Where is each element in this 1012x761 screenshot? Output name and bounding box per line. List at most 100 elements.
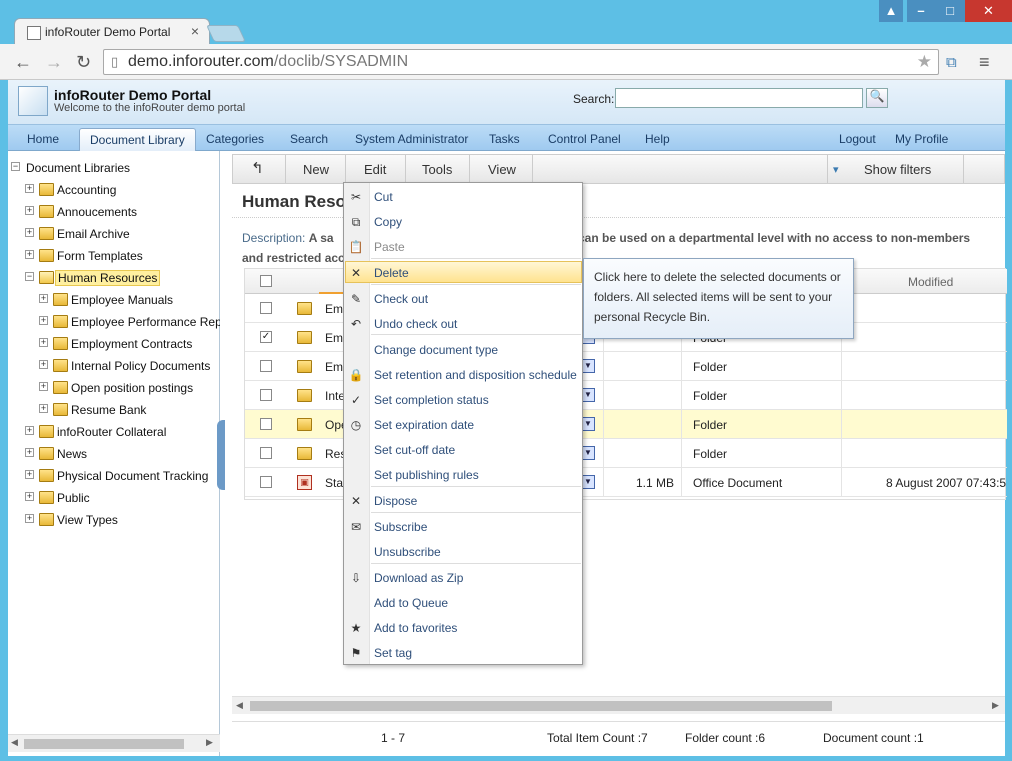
menu-item-check-out[interactable]: Check out xyxy=(374,292,428,306)
menu-item-copy[interactable]: Copy xyxy=(374,215,402,229)
menu-item-set-tag[interactable]: Set tag xyxy=(374,646,412,660)
menu-my-profile[interactable]: My Profile xyxy=(895,132,948,146)
user-profile-icon[interactable]: ▲ xyxy=(879,0,903,22)
menu-help[interactable]: Help xyxy=(645,132,670,146)
column-header-modified[interactable]: Modified xyxy=(908,275,953,289)
menu-item-set-cut-off-date[interactable]: Set cut-off date xyxy=(374,443,455,457)
tree-item-human-resources[interactable]: Human Resources xyxy=(55,270,161,286)
expand-icon[interactable]: + xyxy=(39,338,48,347)
minimize-button[interactable]: – xyxy=(907,0,935,22)
toolbar-show-filters[interactable]: Show filters xyxy=(864,162,931,177)
tree-item-resume-bank[interactable]: Resume Bank xyxy=(71,403,146,417)
search-button-icon[interactable]: 🔍 xyxy=(866,88,888,108)
url-field[interactable]: ▯ demo.inforouter.com/doclib/SYSADMIN ★ xyxy=(103,49,939,75)
menu-item-add-to-favorites[interactable]: Add to favorites xyxy=(374,621,457,635)
menu-item-dispose[interactable]: Dispose xyxy=(374,494,417,508)
menu-categories[interactable]: Categories xyxy=(206,132,264,146)
toolbar-view[interactable]: View xyxy=(488,162,516,177)
menu-item-set-publishing-rules[interactable]: Set publishing rules xyxy=(374,468,479,482)
menu-control-panel[interactable]: Control Panel xyxy=(548,132,621,146)
tree-item-form-templates[interactable]: Form Templates xyxy=(57,249,143,263)
chrome-menu-icon[interactable]: ≡ xyxy=(979,52,990,73)
tree-item-employment-contracts[interactable]: Employment Contracts xyxy=(71,337,192,351)
tree-item-email-archive[interactable]: Email Archive xyxy=(57,227,130,241)
close-button[interactable]: ✕ xyxy=(965,0,1012,22)
row-checkbox[interactable] xyxy=(260,360,272,372)
menu-system-administrator[interactable]: System Administrator xyxy=(355,132,468,146)
menu-item-undo-check-out[interactable]: Undo check out xyxy=(374,317,457,331)
menu-home[interactable]: Home xyxy=(27,132,59,146)
toolbar-edit[interactable]: Edit xyxy=(364,162,386,177)
expand-icon[interactable]: + xyxy=(39,294,48,303)
tree-item-inforouter-collateral[interactable]: infoRouter Collateral xyxy=(57,425,166,439)
scrollbar-thumb[interactable] xyxy=(250,701,832,711)
expand-icon[interactable]: + xyxy=(25,426,34,435)
row-actions-icon[interactable]: ▼ xyxy=(581,417,595,431)
row-checkbox[interactable] xyxy=(260,302,272,314)
expand-icon[interactable]: + xyxy=(25,470,34,479)
tree-item-news[interactable]: News xyxy=(57,447,87,461)
toolbar-tools[interactable]: Tools xyxy=(422,162,452,177)
row-name[interactable]: Inte xyxy=(325,389,345,403)
expand-icon[interactable]: + xyxy=(25,206,34,215)
scroll-right-icon[interactable]: ▶ xyxy=(992,700,999,711)
collapse-icon[interactable]: − xyxy=(25,272,34,281)
tree-item-view-types[interactable]: View Types xyxy=(57,513,118,527)
menu-item-download-as-zip[interactable]: Download as Zip xyxy=(374,571,463,585)
row-checkbox[interactable] xyxy=(260,476,272,488)
expand-icon[interactable]: + xyxy=(25,184,34,193)
menu-search[interactable]: Search xyxy=(290,132,328,146)
menu-item-change-document-type[interactable]: Change document type xyxy=(374,343,498,357)
select-all-checkbox[interactable] xyxy=(260,275,272,287)
row-actions-icon[interactable]: ▼ xyxy=(581,475,595,489)
expand-icon[interactable]: + xyxy=(25,228,34,237)
tree-item-accounting[interactable]: Accounting xyxy=(57,183,116,197)
expand-icon[interactable]: + xyxy=(25,448,34,457)
menu-item-unsubscribe[interactable]: Unsubscribe xyxy=(374,545,441,559)
menu-item-set-expiration-date[interactable]: Set expiration date xyxy=(374,418,474,432)
menu-item-paste[interactable]: Paste xyxy=(374,240,405,254)
row-checkbox-checked[interactable]: ✓ xyxy=(260,331,272,343)
back-arrow-icon[interactable]: ← xyxy=(14,52,32,73)
toolbar-new[interactable]: New xyxy=(303,162,329,177)
menu-document-library[interactable]: Document Library xyxy=(79,128,196,151)
expand-icon[interactable]: + xyxy=(39,382,48,391)
scroll-left-icon[interactable]: ◀ xyxy=(11,737,18,748)
scroll-right-icon[interactable]: ▶ xyxy=(206,737,213,748)
grid-horizontal-scrollbar[interactable]: ◀ ▶ xyxy=(232,696,1005,714)
scroll-left-icon[interactable]: ◀ xyxy=(236,700,243,711)
menu-item-set-completion-status[interactable]: Set completion status xyxy=(374,393,489,407)
row-actions-icon[interactable]: ▼ xyxy=(581,388,595,402)
menu-logout[interactable]: Logout xyxy=(839,132,876,146)
up-level-icon[interactable]: ↰ xyxy=(251,159,264,177)
reload-icon[interactable]: ↻ xyxy=(76,52,91,73)
chevron-down-icon[interactable]: ▾ xyxy=(833,163,839,176)
tree-item-employee-performance[interactable]: Employee Performance Repo xyxy=(71,315,220,329)
browser-tab[interactable]: infoRouter Demo Portal × xyxy=(14,18,210,45)
row-actions-icon[interactable]: ▼ xyxy=(581,446,595,460)
expand-icon[interactable]: + xyxy=(25,250,34,259)
row-actions-icon[interactable]: ▼ xyxy=(581,359,595,373)
tree-item-employee-manuals[interactable]: Employee Manuals xyxy=(71,293,173,307)
tree-root[interactable]: Document Libraries xyxy=(26,161,130,175)
tree-item-internal-policy[interactable]: Internal Policy Documents xyxy=(71,359,210,373)
menu-item-cut[interactable]: Cut xyxy=(374,190,393,204)
menu-item-subscribe[interactable]: Subscribe xyxy=(374,520,427,534)
tree-item-physical-document-tracking[interactable]: Physical Document Tracking xyxy=(57,469,208,483)
expand-icon[interactable]: + xyxy=(39,316,48,325)
new-tab-button[interactable] xyxy=(206,25,246,42)
expand-icon[interactable]: + xyxy=(39,404,48,413)
expand-icon[interactable]: + xyxy=(39,360,48,369)
extension-icon[interactable]: ⧉ xyxy=(946,54,957,71)
tree-item-open-positions[interactable]: Open position postings xyxy=(71,381,193,395)
menu-item-set-retention-and-disposition-schedule[interactable]: Set retention and disposition schedule xyxy=(374,368,577,382)
row-checkbox[interactable] xyxy=(260,418,272,430)
tree-item-public[interactable]: Public xyxy=(57,491,90,505)
row-checkbox[interactable] xyxy=(260,447,272,459)
maximize-button[interactable]: □ xyxy=(935,0,965,22)
scrollbar-thumb[interactable] xyxy=(24,739,184,749)
panel-splitter-handle[interactable] xyxy=(217,420,225,490)
tree-horizontal-scrollbar[interactable]: ◀ ▶ xyxy=(8,734,220,752)
bookmark-star-icon[interactable]: ★ xyxy=(917,52,932,72)
expand-icon[interactable]: + xyxy=(25,492,34,501)
